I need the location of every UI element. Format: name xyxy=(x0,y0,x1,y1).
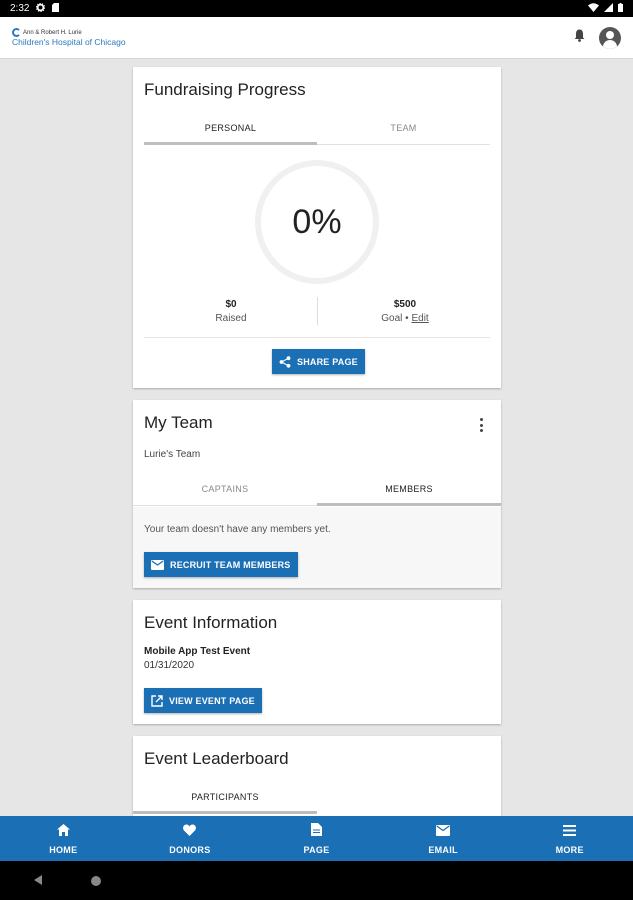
nav-email[interactable]: EMAIL xyxy=(380,816,507,861)
tab-captains[interactable]: CAPTAINS xyxy=(133,473,317,505)
progress-ring: 0% xyxy=(255,160,379,284)
divider xyxy=(144,337,490,338)
status-time: 2:32 xyxy=(10,3,30,14)
email-icon xyxy=(151,559,164,570)
email-icon xyxy=(436,823,451,841)
nav-more[interactable]: MORE xyxy=(506,816,633,861)
system-navigation-bar xyxy=(0,861,633,900)
raised-stat: $0 Raised xyxy=(144,299,318,324)
nav-email-label: EMAIL xyxy=(428,844,458,855)
page-icon xyxy=(310,822,322,841)
account-avatar-icon[interactable] xyxy=(599,26,621,49)
tab-participants[interactable]: PARTICIPANTS xyxy=(133,781,317,814)
edit-goal-link[interactable]: Edit xyxy=(411,313,428,324)
leaderboard-tabs: PARTICIPANTS xyxy=(133,781,501,814)
home-icon xyxy=(56,823,70,841)
progress-percent: 0% xyxy=(292,202,342,241)
nav-home-label: HOME xyxy=(49,844,78,855)
tab-team[interactable]: TEAM xyxy=(317,112,490,144)
nav-donors[interactable]: DONORS xyxy=(127,816,254,861)
logo-swirl-icon xyxy=(12,28,21,38)
fundraising-title: Fundraising Progress xyxy=(144,80,306,99)
system-home-icon[interactable] xyxy=(91,876,101,886)
share-icon xyxy=(279,355,291,368)
sd-card-icon xyxy=(52,2,60,15)
nav-page[interactable]: PAGE xyxy=(253,816,380,861)
team-tabs: CAPTAINS MEMBERS xyxy=(133,473,501,506)
more-options-icon[interactable] xyxy=(479,418,483,432)
goal-amount: $500 xyxy=(393,299,417,310)
fundraising-tabs: PERSONAL TEAM xyxy=(144,112,490,145)
view-event-page-button[interactable]: VIEW EVENT PAGE xyxy=(144,688,262,713)
heart-icon xyxy=(183,823,197,841)
tab-members[interactable]: MEMBERS xyxy=(317,473,501,506)
recruit-team-members-button[interactable]: RECRUIT TEAM MEMBERS xyxy=(144,552,298,577)
event-info-title: Event Information xyxy=(144,613,278,632)
settings-icon xyxy=(36,2,46,15)
nav-page-label: PAGE xyxy=(303,844,330,855)
my-team-card: My Team Lurie's Team CAPTAINS MEMBERS Yo… xyxy=(133,400,501,588)
view-event-label: VIEW EVENT PAGE xyxy=(169,695,255,706)
raised-label: Raised xyxy=(215,313,247,324)
members-panel: Your team doesn't have any members yet. … xyxy=(133,507,501,588)
tab-personal[interactable]: PERSONAL xyxy=(144,112,317,145)
leaderboard-title: Event Leaderboard xyxy=(144,749,289,768)
logo-line2: Children's Hospital of Chicago xyxy=(12,37,126,48)
share-page-button[interactable]: SHARE PAGE xyxy=(272,349,365,374)
logo-line1: Ann & Robert H. Lurie xyxy=(23,29,82,36)
event-date: 01/31/2020 xyxy=(144,660,195,671)
system-back-icon[interactable] xyxy=(34,875,42,885)
status-bar: 2:32 xyxy=(0,0,633,17)
event-leaderboard-card: Event Leaderboard PARTICIPANTS xyxy=(133,736,501,826)
empty-members-message: Your team doesn't have any members yet. xyxy=(144,524,331,535)
recruit-label: RECRUIT TEAM MEMBERS xyxy=(170,559,291,570)
share-page-label: SHARE PAGE xyxy=(297,356,358,367)
app-bar: Ann & Robert H. Lurie Children's Hospita… xyxy=(0,17,633,59)
menu-icon xyxy=(563,823,577,841)
wifi-icon xyxy=(588,2,599,15)
bottom-navigation: HOME DONORS PAGE EMAIL MORE xyxy=(0,816,633,861)
nav-more-label: MORE xyxy=(555,844,584,855)
event-information-card: Event Information Mobile App Test Event … xyxy=(133,600,501,724)
hospital-logo[interactable]: Ann & Robert H. Lurie Children's Hospita… xyxy=(12,28,126,47)
nav-donors-label: DONORS xyxy=(169,844,211,855)
raised-amount: $0 xyxy=(225,299,237,310)
my-team-title: My Team xyxy=(144,413,213,432)
nav-home[interactable]: HOME xyxy=(0,816,127,861)
signal-icon xyxy=(604,2,613,15)
goal-label: Goal xyxy=(381,313,403,324)
battery-icon xyxy=(618,2,623,15)
team-name: Lurie's Team xyxy=(144,449,201,460)
external-link-icon xyxy=(151,694,163,707)
goal-stat: $500 Goal • Edit xyxy=(318,299,492,324)
fundraising-progress-card: Fundraising Progress PERSONAL TEAM 0% $0… xyxy=(133,67,501,388)
event-name: Mobile App Test Event xyxy=(144,646,251,657)
bell-icon[interactable] xyxy=(574,29,585,47)
